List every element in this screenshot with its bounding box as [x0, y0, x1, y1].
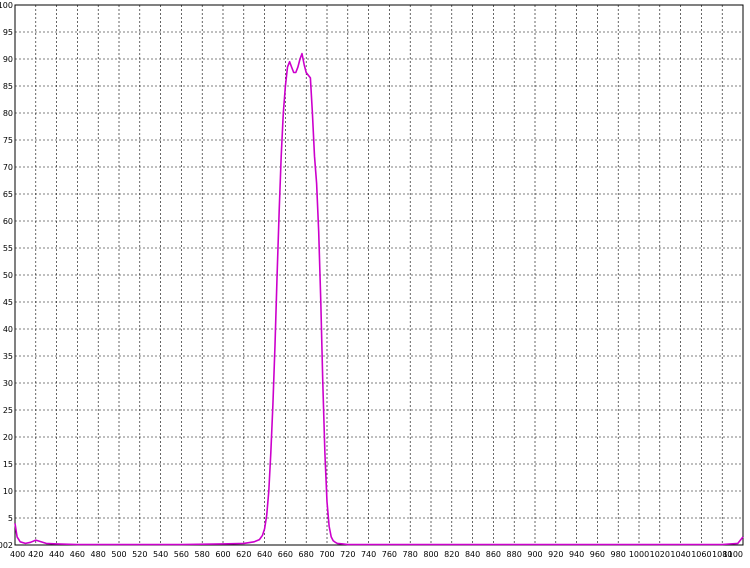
x-tick-label: 940	[569, 550, 584, 559]
x-tick-label: 680	[299, 550, 314, 559]
y-tick-label: 95	[3, 28, 13, 37]
chart-svg: .002 5 10 15 20 25 30 35 40 45 50 55 60 65 70 75 80 85 90 9…	[0, 1, 744, 559]
x-tick-label: 600	[215, 550, 230, 559]
y-tick-label: 25	[3, 406, 13, 415]
x-tick-label: 1060	[691, 550, 711, 559]
x-tick-label: 1000	[629, 550, 649, 559]
x-tick-label: 860	[486, 550, 501, 559]
x-tick-label: 540	[153, 550, 168, 559]
y-tick-label: 35	[3, 352, 13, 361]
x-tick-label: 740	[361, 550, 376, 559]
y-axis-tick-labels: .002 5 10 15 20 25 30 35 40 45 50 55 60 65 70 75 80 85 90 9…	[0, 1, 13, 550]
y-tick-label: 30	[3, 379, 13, 388]
y-tick-label: 70	[3, 163, 13, 172]
y-tick-label: 5	[8, 514, 13, 523]
y-tick-label: 90	[3, 55, 13, 64]
y-tick-label: 50	[3, 271, 13, 280]
y-tick-label: .002	[0, 541, 13, 550]
y-tick-label: 55	[3, 244, 13, 253]
x-tick-label: 460	[70, 550, 85, 559]
x-tick-label: 760	[382, 550, 397, 559]
y-tick-label: 20	[3, 433, 13, 442]
x-tick-label: 700	[319, 550, 334, 559]
y-tick-label: 60	[3, 217, 13, 226]
x-tick-label: 1040	[670, 550, 690, 559]
y-tick-label: 100	[0, 1, 13, 10]
y-tick-label: 80	[3, 109, 13, 118]
x-tick-label: 580	[195, 550, 210, 559]
x-tick-label: 820	[444, 550, 459, 559]
x-tick-label: 840	[465, 550, 480, 559]
x-tick-label: 440	[49, 550, 64, 559]
x-tick-label: 560	[174, 550, 189, 559]
spectrum-chart: .002 5 10 15 20 25 30 35 40 45 50 55 60 65 70 75 80 85 90 9…	[0, 0, 750, 563]
y-tick-label: 65	[3, 190, 13, 199]
x-tick-label: 400	[10, 550, 25, 559]
x-tick-label: 720	[340, 550, 355, 559]
x-tick-label: 880	[507, 550, 522, 559]
y-tick-label: 75	[3, 136, 13, 145]
y-tick-label: 85	[3, 82, 13, 91]
y-tick-label: 10	[3, 487, 13, 496]
x-tick-label: 1020	[650, 550, 670, 559]
x-tick-label: 620	[236, 550, 251, 559]
x-tick-label: 520	[132, 550, 147, 559]
y-tick-label: 40	[3, 325, 13, 334]
x-tick-label: 780	[403, 550, 418, 559]
x-tick-label: 500	[111, 550, 126, 559]
x-tick-label: 660	[278, 550, 293, 559]
x-tick-label: 900	[527, 550, 542, 559]
x-axis-tick-labels: 400 420 440 460 480 500 520 540 560 580 600 620 640 6…	[10, 550, 743, 559]
x-tick-label: 980	[611, 550, 626, 559]
x-tick-label: 640	[257, 550, 272, 559]
y-tick-label: 15	[3, 460, 13, 469]
x-tick-label: 960	[590, 550, 605, 559]
x-tick-label: 800	[423, 550, 438, 559]
x-tick-label: 920	[548, 550, 563, 559]
x-tick-label: 1100	[723, 550, 743, 559]
x-tick-label: 420	[28, 550, 43, 559]
x-tick-label: 480	[91, 550, 106, 559]
y-tick-label: 45	[3, 298, 13, 307]
